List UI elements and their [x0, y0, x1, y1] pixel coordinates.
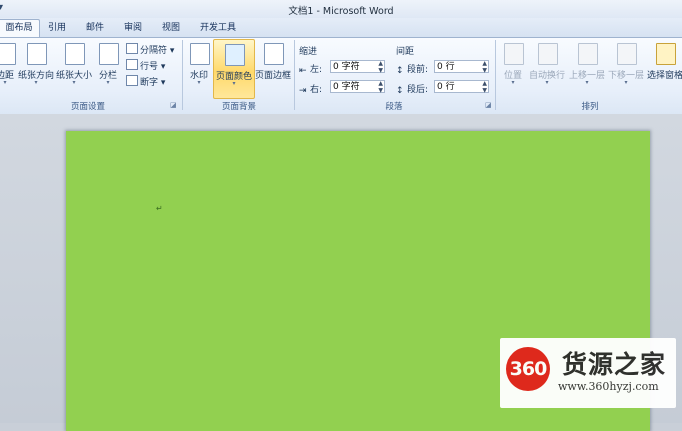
tab-view[interactable]: 视图: [158, 21, 184, 37]
position-icon: [504, 43, 524, 65]
watermark-site-name: 货源之家: [562, 350, 667, 379]
spacing-after-input[interactable]: 0 行 ▲ ▼: [434, 80, 489, 94]
margins-icon: [0, 43, 16, 65]
tab-mailings[interactable]: 邮件: [82, 21, 108, 37]
position-button[interactable]: 位置 ▾: [500, 39, 526, 97]
watermark-icon: [190, 43, 210, 65]
group-label-paragraph: 段落: [385, 102, 403, 112]
page-borders-button[interactable]: 页面边框: [254, 39, 292, 97]
dropdown-arrow-icon: ▾: [624, 79, 628, 86]
spinner-arrows-icon[interactable]: ▲ ▼: [482, 60, 487, 74]
send-backward-icon: [617, 43, 637, 65]
breaks-button[interactable]: 分隔符 ▾: [126, 43, 174, 56]
spacing-after-icon: ↕: [396, 86, 404, 96]
tab-developer[interactable]: 开发工具: [196, 21, 240, 37]
indent-left-label: ⇤ 左:: [299, 65, 323, 76]
send-backward-button[interactable]: 下移一层 ▾: [607, 39, 645, 97]
window-title: 文档1 - Microsoft Word: [288, 6, 394, 17]
group-label-page-background: 页面背景: [221, 102, 256, 112]
indent-right-label: ⇥ 右:: [299, 85, 323, 96]
spinner-arrows-icon[interactable]: ▲ ▼: [378, 80, 383, 94]
spacing-before-icon: ↕: [396, 66, 404, 76]
tab-review[interactable]: 审阅: [120, 21, 146, 37]
indent-right-input[interactable]: 0 字符 ▲ ▼: [330, 80, 385, 94]
group-label-arrange: 排列: [581, 102, 599, 112]
columns-button[interactable]: 分栏 ▾: [96, 39, 120, 97]
line-numbers-icon: [126, 59, 138, 70]
indent-left-icon: ⇤: [299, 66, 307, 76]
dropdown-arrow-icon: ▾: [545, 79, 549, 86]
title-bar: ▾ 文档1 - Microsoft Word: [0, 0, 682, 18]
watermark-url: www.360hyzj.com: [558, 380, 659, 393]
watermark-button[interactable]: 水印 ▾: [186, 39, 212, 97]
spacing-before-input[interactable]: 0 行 ▲ ▼: [434, 60, 489, 74]
wrap-text-icon: [538, 43, 558, 65]
page-size-icon: [65, 43, 85, 65]
paragraph-launcher-icon[interactable]: ◪: [485, 101, 492, 109]
group-label-page-setup: 页面设置: [70, 102, 105, 112]
spacing-title: 间距: [396, 47, 415, 57]
ribbon: 边距 ▾ 纸张方向 ▾ 纸张大小 ▾ 分栏 ▾ 分隔符 ▾ 行号 ▾ 断字 ▾ …: [0, 37, 682, 115]
tab-references[interactable]: 引用: [44, 21, 70, 37]
hyphenation-button[interactable]: 断字 ▾: [126, 75, 165, 88]
site-watermark: 360 货源之家 www.360hyzj.com: [500, 338, 676, 408]
dropdown-arrow-icon: ▾: [511, 79, 515, 86]
wrap-text-button[interactable]: 自动换行 ▾: [527, 39, 567, 97]
paint-bucket-icon: [225, 44, 245, 66]
spacing-before-label: ↕ 段前:: [396, 65, 429, 76]
group-separator: [182, 40, 183, 110]
indent-left-input[interactable]: 0 字符 ▲ ▼: [330, 60, 385, 74]
bring-forward-icon: [578, 43, 598, 65]
dropdown-arrow-icon: ▾: [34, 79, 38, 86]
dropdown-arrow-icon: ▾: [106, 79, 110, 86]
bring-forward-button[interactable]: 上移一层 ▾: [568, 39, 606, 97]
line-numbers-button[interactable]: 行号 ▾: [126, 59, 165, 72]
hyphenation-icon: [126, 75, 138, 86]
dropdown-arrow-icon: ▾: [72, 79, 76, 86]
page-border-icon: [264, 43, 284, 65]
page-setup-launcher-icon[interactable]: ◪: [170, 101, 177, 109]
dropdown-arrow-icon: ▾: [197, 79, 201, 86]
spinner-arrows-icon[interactable]: ▲ ▼: [378, 60, 383, 74]
tab-page-layout[interactable]: 面布局: [0, 19, 40, 38]
indent-right-icon: ⇥: [299, 86, 307, 96]
spinner-arrows-icon[interactable]: ▲ ▼: [482, 80, 487, 94]
ribbon-tab-bar: 面布局 引用 邮件 审阅 视图 开发工具: [0, 18, 682, 38]
page-color-button[interactable]: 页面颜色 ▾: [213, 39, 255, 99]
group-separator: [495, 40, 496, 110]
watermark-logo-badge: 360: [506, 347, 550, 391]
orientation-icon: [27, 43, 47, 65]
margins-button[interactable]: 边距 ▾: [0, 39, 16, 97]
columns-icon: [99, 43, 119, 65]
selection-pane-button[interactable]: 选择窗格: [645, 39, 682, 97]
orientation-button[interactable]: 纸张方向 ▾: [17, 39, 55, 97]
spacing-after-label: ↕ 段后:: [396, 85, 429, 96]
breaks-icon: [126, 43, 138, 54]
dropdown-arrow-icon: ▾: [585, 79, 589, 86]
group-separator: [294, 40, 295, 110]
paragraph-mark: ↵: [156, 204, 163, 213]
dropdown-arrow-icon: ▾: [3, 79, 7, 86]
indent-title: 缩进: [299, 47, 318, 57]
selection-pane-icon: [656, 43, 676, 65]
dropdown-arrow-icon: ▾: [232, 80, 236, 87]
size-button[interactable]: 纸张大小 ▾: [55, 39, 93, 97]
